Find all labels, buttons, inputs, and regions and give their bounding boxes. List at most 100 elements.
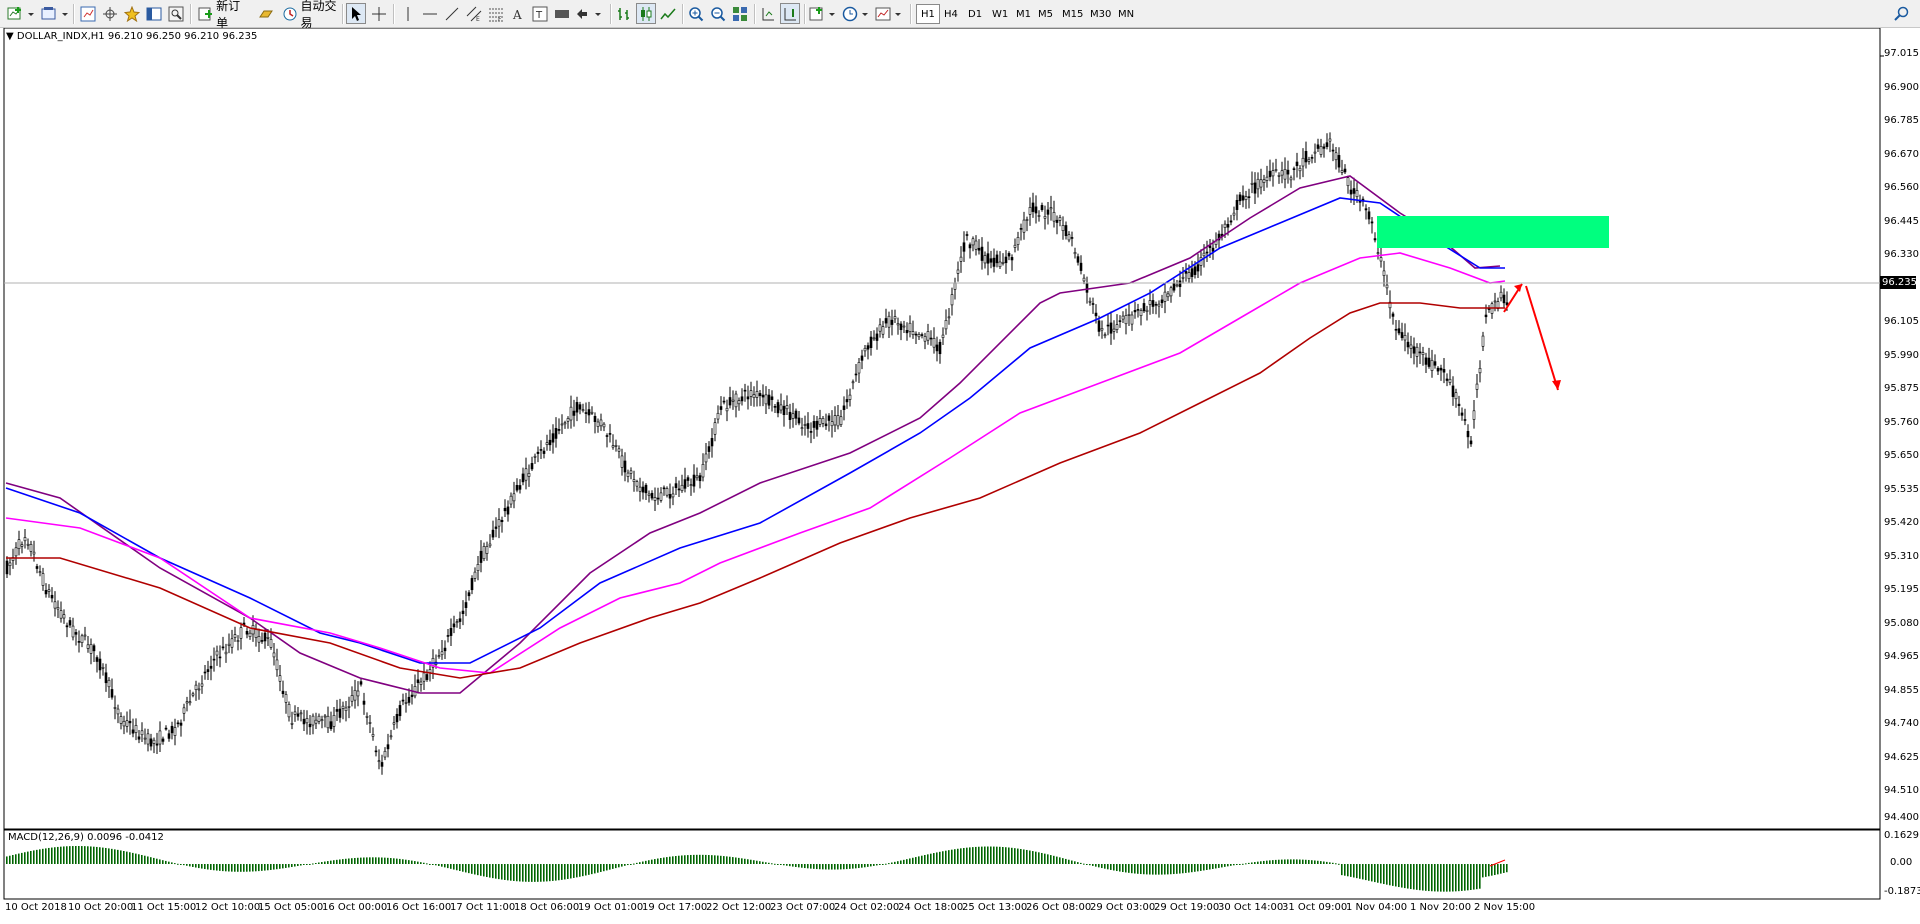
candle-body [1394, 328, 1398, 331]
macd-bar [543, 864, 545, 882]
macd-bar [1467, 864, 1469, 891]
candle-body [251, 625, 255, 635]
bar-chart-button[interactable] [614, 3, 634, 24]
macd-bar [891, 862, 893, 864]
candle-body [65, 625, 69, 628]
chart-menu-triangle-icon[interactable]: ▼ [6, 31, 14, 42]
strategy-tester-button[interactable] [166, 3, 186, 24]
search-button[interactable] [1892, 3, 1912, 24]
line-chart-button[interactable] [658, 3, 678, 24]
candlestick-button[interactable] [636, 3, 656, 24]
price-tick: 95.310 [1884, 551, 1919, 562]
macd-bar [351, 858, 353, 864]
text-label-button[interactable]: T [530, 3, 550, 24]
tile-windows-button[interactable] [730, 3, 750, 24]
navigator-button[interactable] [100, 3, 120, 24]
terminal-button[interactable] [144, 3, 164, 24]
candle-body [1424, 357, 1428, 365]
period-mn[interactable]: MN [1114, 4, 1138, 24]
macd-bar [285, 864, 287, 868]
cursor-tool-button[interactable] [346, 3, 366, 24]
macd-bar [696, 854, 698, 864]
candle-body [722, 400, 726, 403]
periods-button[interactable] [841, 3, 871, 24]
candle-body [989, 258, 993, 263]
candle-body [770, 396, 774, 400]
candle-body [1442, 369, 1446, 373]
period-m1[interactable]: M1 [1012, 4, 1035, 24]
macd-bar [1227, 864, 1229, 867]
macd-bar [702, 854, 704, 864]
gold-button[interactable] [256, 3, 276, 24]
macd-bar [831, 864, 833, 870]
period-w1[interactable]: W1 [988, 4, 1012, 24]
label-button[interactable] [552, 3, 572, 24]
templates-button[interactable] [874, 3, 904, 24]
market-watch-button[interactable] [78, 3, 98, 24]
new-chart-button[interactable] [6, 3, 36, 24]
autoscroll-button[interactable] [758, 3, 778, 24]
period-m5[interactable]: M5 [1034, 4, 1057, 24]
period-m30[interactable]: M30 [1086, 4, 1115, 24]
resistance-zone[interactable] [1377, 216, 1609, 248]
period-m15[interactable]: M15 [1058, 4, 1087, 24]
period-d1[interactable]: D1 [964, 4, 986, 24]
vertical-line-button[interactable] [398, 3, 418, 24]
macd-bar [369, 857, 371, 864]
arrows-button[interactable] [574, 3, 604, 24]
macd-bar [153, 857, 155, 864]
candle-body [1001, 262, 1005, 264]
indicators-button[interactable] [808, 3, 838, 24]
channel-button[interactable]: E [464, 3, 484, 24]
candle-body [1091, 303, 1095, 305]
time-tick: 24 Oct 18:00 [898, 902, 964, 913]
candle-body [1280, 170, 1284, 176]
new-order-label: 新订单 [216, 0, 241, 30]
candle-body [224, 651, 228, 655]
macd-bar [60, 846, 62, 864]
zoom-in-button[interactable] [686, 3, 706, 24]
candle-body [551, 433, 555, 443]
new-order-button[interactable]: 新订单 [194, 0, 252, 30]
macd-bar [1218, 864, 1220, 868]
candle-body [1202, 252, 1206, 257]
candle-body [785, 405, 789, 410]
candle-body [908, 322, 912, 332]
profiles-button[interactable] [40, 3, 70, 24]
price-tick: 95.195 [1884, 584, 1919, 595]
macd-bar [1185, 864, 1187, 873]
auto-trading-button[interactable]: 自动交易 [278, 0, 348, 30]
macd-bar [345, 858, 347, 864]
zoom-out-button[interactable] [708, 3, 728, 24]
period-h1[interactable]: H1 [916, 4, 940, 24]
candle-body [1373, 238, 1377, 241]
price-chart[interactable] [0, 27, 1920, 921]
crosshair-tool-button[interactable] [369, 3, 389, 24]
period-h4[interactable]: H4 [940, 4, 962, 24]
candle-body [959, 256, 963, 262]
candle-body [410, 694, 414, 697]
time-tick: 2 Nov 15:00 [1474, 902, 1536, 913]
macd-bar [675, 856, 677, 864]
macd-bar [420, 862, 422, 864]
trendline-button[interactable] [442, 3, 462, 24]
fibonacci-button[interactable]: F [486, 3, 506, 24]
macd-bar [1299, 859, 1301, 864]
chart-window[interactable]: ▼ DOLLAR_INDX,H1 96.210 96.250 96.210 96… [0, 27, 1920, 921]
macd-bar [942, 851, 944, 864]
chart-shift-button[interactable] [780, 3, 800, 24]
macd-bar [468, 864, 470, 874]
candle-body [530, 463, 534, 470]
text-button[interactable]: A [508, 3, 528, 24]
macd-bar [1059, 857, 1061, 864]
macd-bar [129, 852, 131, 864]
macd-bar [114, 849, 116, 864]
macd-bar [756, 860, 758, 864]
favorites-button[interactable] [122, 3, 142, 24]
macd-bar [270, 864, 272, 870]
horizontal-line-button[interactable] [420, 3, 440, 24]
macd-bar [240, 864, 242, 872]
candle-body [1244, 196, 1248, 200]
macd-bar [1113, 864, 1115, 871]
candle-body [1058, 217, 1062, 221]
